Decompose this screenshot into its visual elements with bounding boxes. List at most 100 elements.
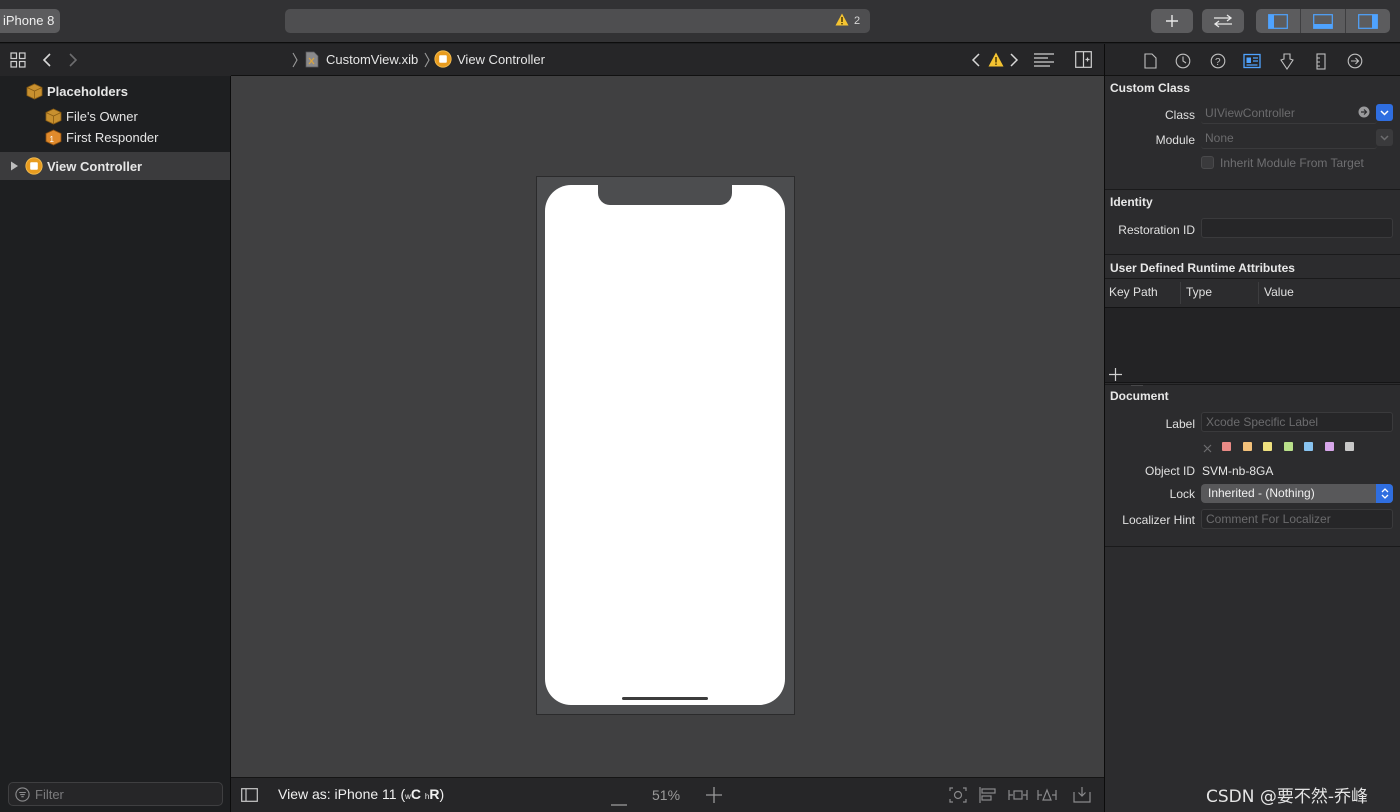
connections-inspector-icon[interactable]: [1346, 52, 1364, 70]
restoration-id-label: Restoration ID: [1118, 223, 1195, 237]
width-size-class: C: [410, 786, 422, 802]
update-frames-icon[interactable]: [949, 787, 967, 806]
outline-header: [0, 44, 231, 76]
outline-label: Placeholders: [47, 83, 128, 99]
warning-icon[interactable]: [988, 52, 1004, 70]
lock-label: Lock: [1169, 487, 1195, 501]
resolve-issues-icon[interactable]: [1037, 787, 1057, 806]
localizer-hint-field[interactable]: Comment For Localizer: [1201, 509, 1393, 529]
zoom-in-icon[interactable]: [706, 787, 722, 806]
plus-icon: [1166, 15, 1178, 27]
document-label-field[interactable]: Xcode Specific Label: [1201, 412, 1393, 432]
breadcrumb-separator-icon: [291, 52, 299, 71]
view-controller-root-view[interactable]: [545, 185, 785, 705]
panel-toggle-group: [1256, 9, 1390, 33]
outline-item-view-controller[interactable]: View Controller: [0, 152, 230, 180]
view-controller-icon: [25, 157, 43, 175]
section-title-identity: Identity: [1110, 195, 1153, 209]
breadcrumb-file[interactable]: CustomView.xib: [326, 52, 418, 67]
zoom-level: 51%: [652, 787, 681, 803]
device-notch: [598, 185, 732, 205]
section-divider: [1105, 254, 1400, 255]
add-editor-icon[interactable]: [1075, 51, 1092, 71]
history-icon[interactable]: [1174, 52, 1192, 70]
filter-icon: [15, 786, 30, 802]
color-label-green[interactable]: [1284, 442, 1293, 451]
module-field[interactable]: None: [1201, 129, 1377, 149]
module-placeholder: None: [1205, 131, 1234, 145]
color-label-purple[interactable]: [1325, 442, 1334, 451]
toggle-outline-icon[interactable]: [241, 788, 258, 805]
module-label: Module: [1155, 133, 1195, 147]
add-attribute-icon[interactable]: [1109, 368, 1122, 384]
size-inspector-icon[interactable]: [1312, 52, 1330, 70]
bottom-panel-icon: [1313, 13, 1333, 29]
add-constraints-icon[interactable]: [1008, 787, 1028, 806]
embed-in-icon[interactable]: [1073, 787, 1091, 806]
module-dropdown-button[interactable]: [1376, 129, 1393, 146]
document-label-label: Label: [1165, 417, 1195, 431]
color-label-gray[interactable]: [1345, 442, 1354, 451]
outline-item-first-responder[interactable]: 1 First Responder: [0, 126, 230, 148]
view-controller-icon: [434, 50, 452, 71]
breadcrumb-item[interactable]: View Controller: [457, 52, 545, 67]
responder-cube-icon: 1: [45, 129, 62, 146]
disclosure-triangle-icon[interactable]: [10, 161, 19, 171]
color-label-red[interactable]: [1222, 442, 1231, 451]
align-icon[interactable]: [979, 787, 997, 806]
column-header-type[interactable]: Type: [1186, 285, 1212, 299]
toggle-navigator-button[interactable]: [1256, 9, 1301, 33]
next-issue-icon[interactable]: [1009, 52, 1019, 71]
color-label-blue[interactable]: [1304, 442, 1313, 451]
inspector-tab-bar: ?: [1105, 44, 1400, 76]
section-divider: [1105, 278, 1400, 279]
identity-inspector-icon[interactable]: [1243, 52, 1261, 70]
grid-icon[interactable]: [10, 52, 26, 71]
outline-filter-field[interactable]: Filter: [8, 782, 223, 806]
warning-count: 2: [854, 15, 861, 27]
outline-item-placeholders[interactable]: Placeholders: [0, 80, 230, 102]
cube-icon: [45, 108, 62, 125]
zoom-out-icon[interactable]: [611, 794, 627, 809]
quick-help-icon[interactable]: ?: [1209, 52, 1227, 70]
section-title-runtime-attributes: User Defined Runtime Attributes: [1110, 261, 1295, 275]
forward-chevron-icon[interactable]: [68, 52, 78, 71]
column-header-value[interactable]: Value: [1264, 285, 1294, 299]
code-review-button[interactable]: [1202, 9, 1244, 33]
previous-issue-icon[interactable]: [971, 52, 981, 71]
popup-stepper-icon: [1376, 484, 1393, 503]
runtime-attributes-table[interactable]: [1105, 307, 1400, 383]
restoration-id-field[interactable]: [1201, 218, 1393, 238]
chevron-down-icon: [1380, 134, 1389, 141]
editor-options-icon[interactable]: [1033, 52, 1055, 71]
toggle-debug-area-button[interactable]: [1301, 9, 1346, 33]
scheme-device-selector[interactable]: iPhone 8: [0, 9, 60, 33]
color-label-orange[interactable]: [1243, 442, 1252, 451]
color-label-yellow[interactable]: [1263, 442, 1272, 451]
section-divider: [1105, 384, 1400, 385]
toggle-inspector-button[interactable]: [1346, 9, 1390, 33]
library-button[interactable]: [1151, 9, 1193, 33]
class-dropdown-button[interactable]: [1376, 104, 1393, 121]
home-indicator: [622, 697, 708, 700]
outline-item-files-owner[interactable]: File's Owner: [0, 105, 230, 127]
localizer-hint-placeholder: Comment For Localizer: [1206, 512, 1331, 526]
class-field[interactable]: UIViewController: [1201, 104, 1377, 124]
inherit-module-checkbox[interactable]: [1201, 156, 1214, 169]
column-separator: [1180, 282, 1181, 304]
file-inspector-icon[interactable]: [1141, 52, 1159, 70]
filter-placeholder: Filter: [35, 786, 64, 802]
view-as-device-button[interactable]: View as: iPhone 11 (wC hR): [278, 786, 444, 802]
remove-attribute-icon[interactable]: [1131, 374, 1143, 389]
go-to-class-arrow-icon[interactable]: [1358, 106, 1370, 121]
clear-color-label-icon[interactable]: [1203, 441, 1212, 456]
column-header-key-path[interactable]: Key Path: [1109, 285, 1158, 299]
outline-label: View Controller: [47, 158, 143, 174]
cube-icon: [26, 83, 43, 100]
warning-icon[interactable]: [835, 13, 849, 29]
lock-popup-button[interactable]: Inherited - (Nothing): [1201, 484, 1393, 503]
activity-viewer[interactable]: [285, 9, 870, 33]
watermark: CSDN @要不然-乔峰: [1206, 787, 1369, 807]
attributes-inspector-icon[interactable]: [1278, 52, 1296, 70]
back-chevron-icon[interactable]: [42, 52, 52, 71]
